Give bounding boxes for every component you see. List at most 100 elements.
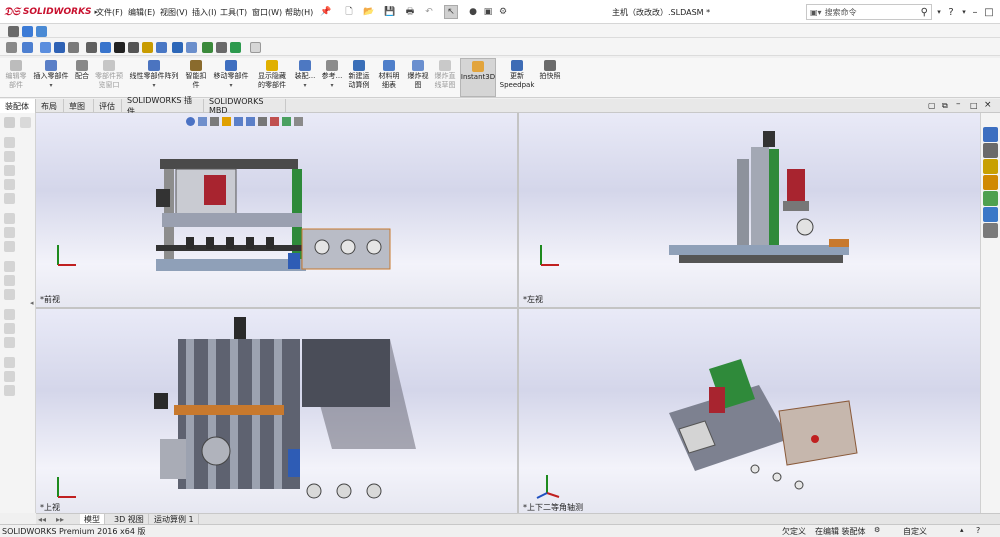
help-icon[interactable]: ? — [944, 4, 958, 20]
tree-item-icon[interactable] — [4, 385, 15, 396]
move-component-button[interactable]: 移动零部件 ▾ — [210, 60, 252, 90]
minimize-icon[interactable]: – — [968, 4, 982, 20]
unit-dropdown-icon[interactable]: ▴ — [960, 526, 964, 534]
explode-line-sketch-button[interactable]: 爆炸直 线草图 — [432, 60, 458, 90]
rebuild-status-icon[interactable]: ⚙ — [874, 526, 880, 534]
save-icon[interactable]: 💾 — [383, 5, 397, 19]
tree-item-icon[interactable] — [4, 371, 15, 382]
search-commands-field[interactable]: ▣▾ 搜索命令 ⚲ — [806, 4, 932, 20]
tab-evaluate[interactable]: 评估 — [94, 99, 122, 113]
menu-tools[interactable]: 工具(T) — [220, 7, 247, 18]
feature-tree-icon[interactable] — [4, 117, 15, 128]
assembly-features-button[interactable]: 装配... ▾ — [292, 60, 318, 90]
component-preview-button[interactable]: 零部件预 览窗口 — [94, 60, 124, 90]
restore-view-icon[interactable]: ▢ — [928, 101, 936, 110]
tree-item-icon[interactable] — [4, 261, 15, 272]
tree-item-icon[interactable] — [4, 227, 15, 238]
config-icon[interactable] — [4, 137, 15, 148]
viewport-splitter-horizontal[interactable] — [36, 307, 980, 309]
select-arrow-icon[interactable]: ↖ — [444, 5, 458, 19]
layout-icon[interactable] — [216, 42, 227, 53]
bolt-icon[interactable] — [142, 42, 153, 53]
pan-icon[interactable] — [186, 42, 197, 53]
menu-window[interactable]: 窗口(W) — [252, 7, 282, 18]
key-icon[interactable] — [6, 42, 17, 53]
tree-item-icon[interactable] — [4, 179, 15, 190]
grid-icon[interactable] — [128, 42, 139, 53]
tab-solidworks-addins[interactable]: SOLIDWORKS 插件 — [122, 96, 204, 116]
tree-item-icon[interactable] — [4, 275, 15, 286]
new-document-icon[interactable]: 🗋 — [342, 5, 356, 19]
table-icon[interactable] — [202, 42, 213, 53]
part-icon[interactable] — [68, 42, 79, 53]
linear-pattern-button[interactable]: 线性零部件阵列 ▾ — [126, 60, 182, 90]
solidworks-logo[interactable]: 𝔇𝔖 SOLIDWORKS ▸ — [4, 5, 98, 19]
tree-item-icon[interactable] — [4, 309, 15, 320]
tab-solidworks-mbd[interactable]: SOLIDWORKS MBD — [204, 97, 286, 115]
tab-layout[interactable]: 布局 — [36, 99, 64, 113]
status-help-icon[interactable]: ? — [976, 526, 980, 535]
viewport-maximize-icon[interactable]: □ — [970, 101, 978, 110]
panel-icon[interactable] — [250, 42, 261, 53]
tree-item-icon[interactable] — [4, 357, 15, 368]
exploded-view-button[interactable]: 爆炸视 图 — [405, 60, 431, 90]
tab-sketch[interactable]: 草图 — [64, 99, 94, 113]
menu-edit[interactable]: 编辑(E) — [128, 7, 155, 18]
bill-of-materials-button[interactable]: 材料明 细表 — [376, 60, 402, 90]
menu-view[interactable]: 视图(V) — [160, 7, 188, 18]
forum-icon[interactable] — [983, 223, 998, 238]
tree-item-icon[interactable] — [4, 289, 15, 300]
collapse-panel-icon[interactable]: ◂ — [30, 299, 34, 307]
tree-item-icon[interactable] — [4, 323, 15, 334]
viewport-isometric[interactable]: *上下二等角轴测 — [519, 309, 980, 513]
smart-fasteners-button[interactable]: 智能扣 件 — [184, 60, 208, 90]
zoom-icon[interactable] — [172, 42, 183, 53]
assembly-icon[interactable] — [54, 42, 65, 53]
file-explorer-icon[interactable] — [983, 175, 998, 190]
sketch-icon[interactable] — [22, 42, 33, 53]
dim-icon[interactable] — [4, 151, 15, 162]
tree-item-icon[interactable] — [4, 213, 15, 224]
viewport-minimize-icon[interactable]: – — [956, 99, 961, 109]
viewport-front[interactable]: *前视 — [36, 113, 517, 307]
custom-properties-icon[interactable] — [983, 207, 998, 222]
take-snapshot-button[interactable]: 拍快照 — [538, 60, 562, 81]
viewport-splitter-vertical[interactable] — [517, 113, 519, 513]
search-icon[interactable]: ⚲ — [921, 7, 928, 18]
tree-item-icon[interactable] — [4, 241, 15, 252]
tile-icon[interactable]: ⧉ — [942, 101, 948, 111]
mate-icon[interactable] — [86, 42, 97, 53]
menu-file[interactable]: 文件(F) — [96, 7, 123, 18]
undo-icon[interactable]: ↶ — [422, 5, 436, 19]
link-icon[interactable] — [36, 26, 47, 37]
cap-icon[interactable] — [114, 42, 125, 53]
copy-icon[interactable] — [22, 26, 33, 37]
display-icon[interactable] — [4, 165, 15, 176]
file-properties-icon[interactable]: ▣ — [481, 5, 495, 19]
resources-icon[interactable] — [983, 143, 998, 158]
excel-icon[interactable] — [230, 42, 241, 53]
menu-insert[interactable]: 插入(I) — [192, 7, 217, 18]
viewport-left[interactable]: *左视 — [519, 113, 980, 307]
pin-icon[interactable]: 📌 — [319, 5, 333, 19]
property-manager-icon[interactable] — [20, 117, 31, 128]
viewport-top[interactable]: *上视 — [36, 309, 517, 513]
sphere-icon[interactable] — [100, 42, 111, 53]
options-gear-icon[interactable]: ⚙ — [496, 5, 510, 19]
camera-icon[interactable] — [8, 26, 19, 37]
component-icon[interactable] — [40, 42, 51, 53]
tree-item-icon[interactable] — [4, 193, 15, 204]
viewport-close-icon[interactable]: × — [984, 100, 992, 110]
rebuild-icon[interactable]: ● — [466, 5, 480, 19]
instant3d-button[interactable]: Instant3D — [460, 58, 496, 97]
measure-icon[interactable] — [156, 42, 167, 53]
home-icon[interactable] — [983, 127, 998, 142]
edit-component-button[interactable]: 编辑零 部件 — [4, 60, 28, 90]
tree-item-icon[interactable] — [4, 337, 15, 348]
maximize-icon[interactable]: □ — [982, 4, 996, 20]
menu-help[interactable]: 帮助(H) — [285, 7, 313, 18]
tab-assembly[interactable]: 装配体 — [0, 99, 36, 113]
mate-button[interactable]: 配合 — [72, 60, 92, 81]
design-library-icon[interactable] — [983, 159, 998, 174]
show-hidden-button[interactable]: 显示隐藏 的零部件 — [255, 60, 289, 90]
